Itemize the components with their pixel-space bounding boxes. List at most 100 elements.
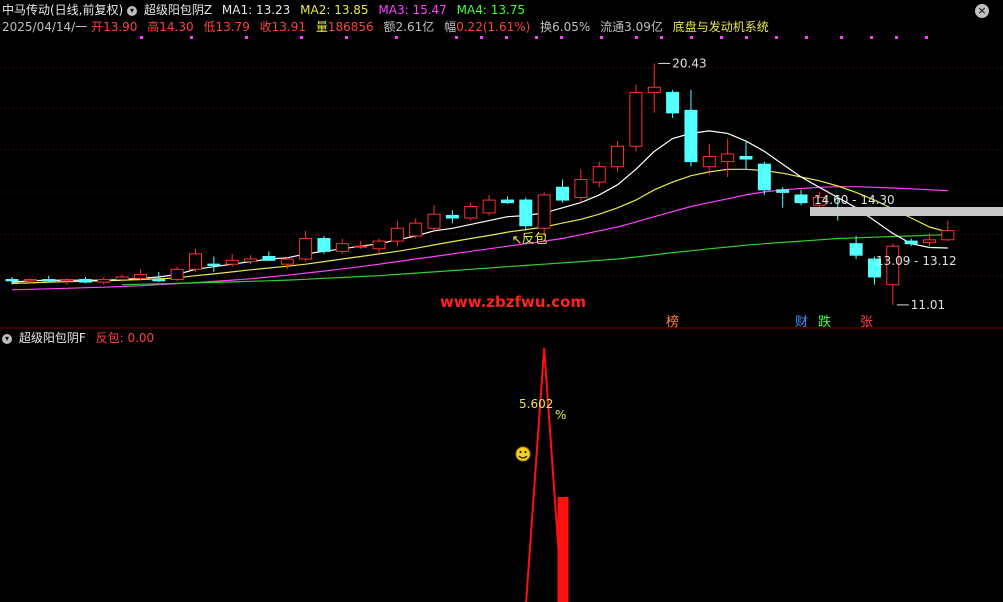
smiley-face	[515, 446, 531, 462]
candle	[556, 179, 569, 203]
candle-body	[23, 279, 37, 282]
candle-body	[611, 145, 625, 168]
candle-body	[464, 205, 478, 219]
marker-dot	[895, 36, 898, 39]
marker-dot	[870, 36, 873, 39]
candle-body	[133, 273, 147, 279]
marker-dot	[840, 36, 843, 39]
band-upper-label: 14.60 - 14.30	[814, 193, 895, 207]
signal-bar	[557, 497, 569, 602]
fanbao-label: 反包	[521, 232, 547, 247]
tag-zhang: 张	[860, 315, 873, 330]
candle-body	[739, 155, 753, 160]
candle-body	[684, 109, 698, 163]
candle	[647, 63, 661, 113]
candle-body	[354, 245, 368, 248]
candle-body	[427, 213, 441, 229]
candle-body	[5, 279, 19, 282]
candle	[78, 276, 92, 284]
candle	[299, 230, 313, 262]
marker-dot	[690, 36, 693, 39]
candle-body	[207, 263, 221, 266]
candle	[500, 196, 514, 204]
candle-body	[904, 240, 918, 245]
smiley-eye	[519, 451, 522, 453]
candle-body	[372, 240, 386, 250]
watermark: www.zbzfwu.com	[440, 293, 586, 311]
candle	[170, 266, 184, 281]
candle	[482, 194, 496, 216]
candle-body	[666, 91, 680, 114]
marker-dot	[600, 36, 603, 39]
marker-dot	[505, 36, 508, 39]
candle-body	[923, 239, 936, 243]
marker-dot	[775, 36, 778, 39]
candle-body	[225, 259, 239, 265]
marker-dot	[635, 36, 638, 39]
signal-label: 反包:	[95, 331, 124, 345]
candle	[427, 205, 441, 231]
high-price-label: 20.43	[672, 56, 706, 70]
marker-dot	[805, 36, 808, 39]
candle-body	[500, 199, 514, 204]
candle	[317, 235, 331, 254]
candle-body	[280, 258, 294, 265]
candle-body	[244, 258, 258, 263]
candle-body	[537, 194, 551, 229]
marker-dot	[140, 36, 143, 39]
marker-dot	[660, 36, 663, 39]
signal-value-label: 5.602	[519, 397, 553, 411]
price-band	[810, 207, 1003, 216]
marker-dot	[300, 36, 303, 39]
tag-cai: 财	[795, 315, 808, 330]
marker-dot	[720, 36, 723, 39]
low-price-label: 11.01	[911, 298, 945, 312]
candle	[941, 220, 955, 242]
candle	[537, 192, 551, 236]
candle	[574, 169, 588, 203]
signal-value: 0.00	[127, 331, 155, 345]
candle	[592, 161, 606, 188]
chart-canvas: 20.4311.0114.60 - 14.3013.09 - 13.12↖ 反包w…	[0, 36, 1003, 602]
candle-body	[556, 186, 569, 201]
candle-body	[170, 268, 184, 281]
candle-body	[97, 279, 111, 283]
marker-dot	[745, 36, 748, 39]
sub-indicator-dropdown-icon[interactable]: ▾	[2, 333, 12, 344]
candle	[519, 197, 533, 231]
candle-body	[42, 279, 56, 282]
candle-body	[262, 255, 276, 261]
candle	[849, 235, 863, 260]
tag-die: 跌	[818, 314, 831, 330]
signal-spike-line	[525, 347, 564, 602]
candle-body	[445, 214, 459, 219]
candle-body	[335, 243, 349, 252]
marker-dot	[535, 36, 538, 39]
candle-body	[849, 243, 863, 256]
marker-dot	[560, 36, 563, 39]
candle-body	[647, 86, 661, 93]
candle	[611, 141, 625, 172]
candle-body	[721, 153, 735, 163]
candle-body	[776, 189, 790, 193]
candle	[335, 238, 349, 254]
band-lower-label: 13.09 - 13.12	[876, 254, 957, 268]
marker-dot	[480, 36, 483, 39]
sub-indicator-name[interactable]: 超级阳包阴F	[19, 331, 86, 345]
ma2-line	[11, 168, 949, 284]
candle-body	[152, 279, 166, 282]
tag-bang: 榜	[666, 314, 679, 330]
candle-body	[60, 279, 74, 282]
candle	[776, 187, 790, 208]
marker-dot	[395, 36, 398, 39]
smiley-icon	[515, 446, 531, 462]
candle	[97, 276, 111, 285]
candle	[629, 84, 643, 152]
candle	[684, 89, 698, 167]
candle	[886, 243, 900, 305]
candle-body	[390, 227, 404, 242]
candle-body	[299, 238, 313, 260]
candle	[739, 141, 753, 170]
marker-dot	[925, 36, 928, 39]
candle-body	[757, 163, 771, 191]
